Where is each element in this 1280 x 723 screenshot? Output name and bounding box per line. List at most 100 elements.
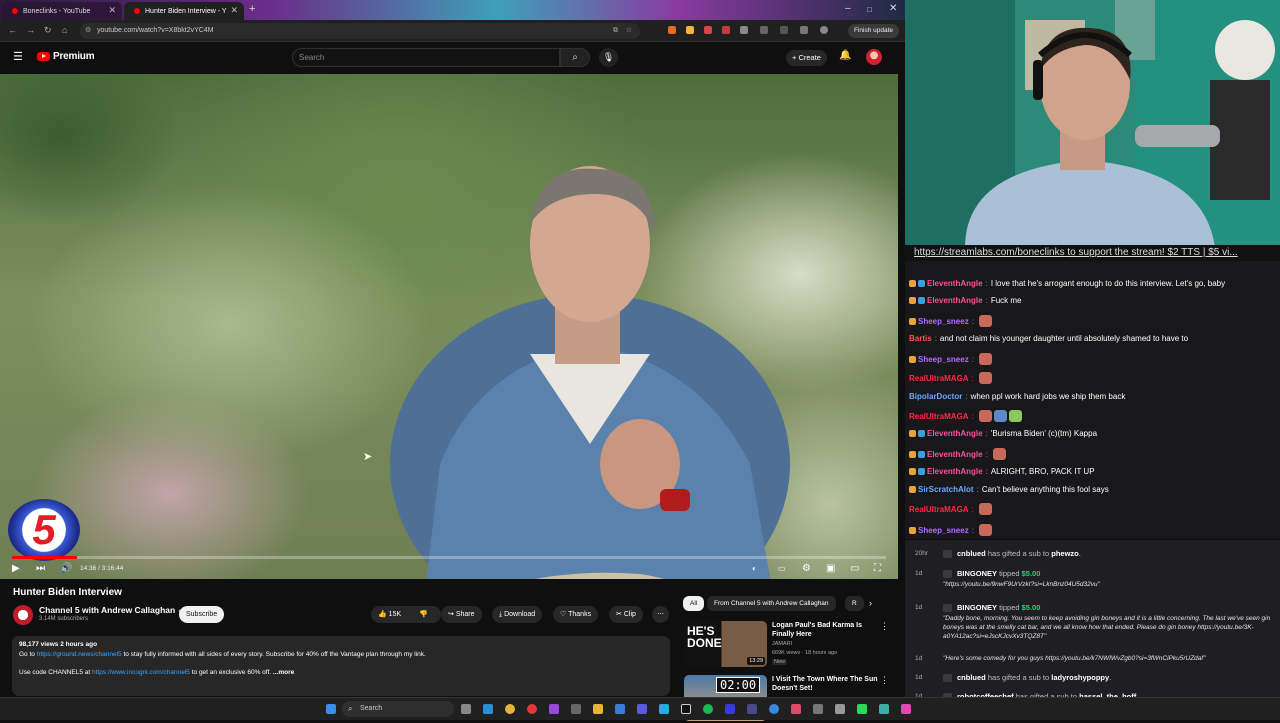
app-icon[interactable] xyxy=(681,704,691,714)
tab-hunter-biden-interview[interactable]: Hunter Biden Interview - Y ✕ xyxy=(124,2,244,20)
event-user[interactable]: cnblued xyxy=(957,549,986,558)
chat-username[interactable]: Sheep_sneez xyxy=(918,317,969,326)
extension-icon[interactable] xyxy=(722,26,730,34)
app-icon[interactable] xyxy=(571,704,581,714)
home-icon[interactable]: ⌂ xyxy=(62,25,67,35)
finish-update-button[interactable]: Finish update xyxy=(848,24,900,38)
share-button[interactable]: ↪ Share xyxy=(441,606,482,623)
app-icon[interactable] xyxy=(857,704,867,714)
notifications-bell-icon[interactable]: 🔔 xyxy=(839,50,851,61)
close-tab-icon[interactable]: ✕ xyxy=(230,5,238,16)
more-actions-button[interactable]: ⋯ xyxy=(652,606,669,623)
channel-avatar[interactable] xyxy=(13,605,33,625)
task-view-icon[interactable] xyxy=(461,704,471,714)
search-input[interactable]: Search xyxy=(292,48,560,67)
create-button[interactable]: + Create xyxy=(786,50,827,66)
chat-username[interactable]: Sheep_sneez xyxy=(918,355,969,364)
chip-related[interactable]: R xyxy=(845,596,864,611)
like-dislike-button[interactable]: 👍 15K 👎 xyxy=(371,606,441,623)
app-icon[interactable] xyxy=(769,704,779,714)
chat-username[interactable]: RealUltraMAGA xyxy=(909,374,969,383)
youtube-premium-logo[interactable]: Premium xyxy=(37,51,95,62)
play-icon[interactable]: ▶ xyxy=(12,563,20,574)
forward-icon[interactable]: → xyxy=(26,25,35,35)
chat-username[interactable]: EleventhAngle xyxy=(927,450,983,459)
chat-username[interactable]: RealUltraMAGA xyxy=(909,412,969,421)
app-icon[interactable] xyxy=(549,704,559,714)
theater-mode-icon[interactable]: ▭ xyxy=(850,563,859,574)
media-icon[interactable] xyxy=(800,26,808,34)
more-vert-icon[interactable]: ⋮ xyxy=(880,675,889,686)
chat-username[interactable]: SirScratchAlot xyxy=(918,485,974,494)
close-tab-icon[interactable]: ✕ xyxy=(108,5,116,16)
extension-icon[interactable] xyxy=(740,26,748,34)
extension-icon[interactable] xyxy=(686,26,694,34)
app-icon[interactable] xyxy=(483,704,493,714)
volume-icon[interactable]: 🔊 xyxy=(60,563,72,574)
extension-icon[interactable] xyxy=(704,26,712,34)
reload-icon[interactable]: ↻ xyxy=(44,25,52,36)
chat-username[interactable]: EleventhAngle xyxy=(927,296,983,305)
app-icon[interactable] xyxy=(747,704,757,714)
app-icon[interactable] xyxy=(637,704,647,714)
chat-username[interactable]: RealUltraMAGA xyxy=(909,505,969,514)
streamlabs-link[interactable]: https://streamlabs.com/boneclinks xyxy=(914,247,1065,258)
tab-boneclinks[interactable]: Boneclinks - YouTube ✕ xyxy=(2,2,122,20)
thanks-button[interactable]: ♡ Thanks xyxy=(553,606,599,623)
fullscreen-icon[interactable]: ⛶ xyxy=(874,563,881,574)
event-target-user[interactable]: phewzo xyxy=(1051,549,1079,558)
extensions-puzzle-icon[interactable] xyxy=(760,26,768,34)
autoplay-toggle[interactable]: ◐ xyxy=(752,564,757,573)
settings-gear-icon[interactable]: ⚙ xyxy=(802,563,811,574)
app-icon[interactable] xyxy=(615,704,625,714)
app-icon[interactable] xyxy=(835,704,845,714)
event-user[interactable]: BINGONEY xyxy=(957,603,997,612)
voice-search-button[interactable]: 🎙 xyxy=(599,48,618,67)
minimize-button[interactable]: – xyxy=(845,3,851,14)
install-app-icon[interactable]: ⧉ xyxy=(613,23,618,39)
more-vert-icon[interactable]: ⋮ xyxy=(880,621,889,632)
app-icon[interactable] xyxy=(813,704,823,714)
video-progress-bar[interactable] xyxy=(12,556,886,559)
account-avatar[interactable] xyxy=(866,49,882,65)
chips-next-arrow-icon[interactable]: › xyxy=(869,598,872,608)
app-icon[interactable] xyxy=(791,704,801,714)
description-box[interactable]: 98,177 views 2 hours ago Go to https://g… xyxy=(12,636,670,696)
app-icon[interactable] xyxy=(879,704,889,714)
recommendation-thumbnail[interactable]: HE'S DONE 13:29 xyxy=(684,621,767,667)
url-field[interactable]: ⚙ youtube.com/watch?v=X8bkt2vYC4M ⧉ ☆ xyxy=(80,23,640,39)
event-user[interactable]: cnblued xyxy=(957,673,986,682)
search-button[interactable]: ⌕ xyxy=(560,48,590,67)
profile-icon[interactable] xyxy=(820,26,828,34)
chat-username[interactable]: Bartis xyxy=(909,334,932,343)
bookmark-star-icon[interactable]: ☆ xyxy=(626,23,632,39)
chip-from-channel[interactable]: From Channel 5 with Andrew Callaghan xyxy=(707,596,836,611)
file-explorer-icon[interactable] xyxy=(593,704,603,714)
app-icon[interactable] xyxy=(901,704,911,714)
extension-icon[interactable] xyxy=(668,26,676,34)
downloads-icon[interactable] xyxy=(780,26,788,34)
maximize-button[interactable]: □ xyxy=(867,5,872,14)
subscribe-button[interactable]: Subscribe xyxy=(179,606,225,623)
thumbs-down-icon[interactable]: 👎 xyxy=(419,606,428,623)
next-icon[interactable]: ⏭ xyxy=(36,563,45,574)
recommendation-item[interactable]: HE'S DONE 13:29 Logan Paul's Bad Karma I… xyxy=(684,621,894,669)
chip-all[interactable]: All xyxy=(683,596,705,611)
show-more-link[interactable]: ...more xyxy=(273,669,294,676)
incogni-link[interactable]: https://www.incogni.com/channel5 xyxy=(92,669,190,676)
download-button[interactable]: ⤓ Download xyxy=(492,606,543,623)
event-target-user[interactable]: ladyroshypoppy xyxy=(1051,673,1109,682)
app-icon[interactable] xyxy=(725,704,735,714)
captions-icon[interactable]: ▭ xyxy=(778,564,786,573)
site-info-icon[interactable]: ⚙ xyxy=(85,23,91,39)
taskbar-search[interactable]: ⌕ Search xyxy=(342,701,454,717)
spotify-icon[interactable] xyxy=(703,704,713,714)
channel-name[interactable]: Channel 5 with Andrew Callaghan ✔ xyxy=(39,605,185,616)
chat-username[interactable]: EleventhAngle xyxy=(927,467,983,476)
clip-button[interactable]: ✂ Clip xyxy=(609,606,643,623)
app-icon[interactable] xyxy=(659,704,669,714)
chat-username[interactable]: BipolarDoctor xyxy=(909,392,962,401)
chrome-icon[interactable] xyxy=(505,704,515,714)
chat-username[interactable]: EleventhAngle xyxy=(927,429,983,438)
chat-username[interactable]: Sheep_sneez xyxy=(918,526,969,535)
